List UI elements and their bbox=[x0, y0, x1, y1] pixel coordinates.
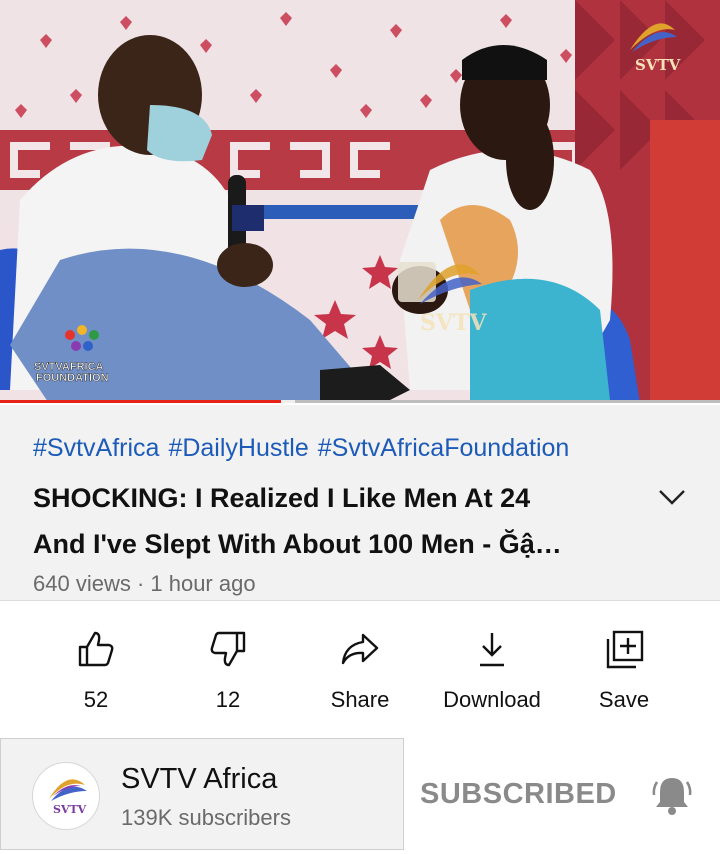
hashtag-link[interactable]: #SvtvAfrica bbox=[33, 434, 159, 462]
video-description-panel[interactable]: #SvtvAfrica #DailyHustle #SvtvAfricaFounda… bbox=[0, 405, 720, 601]
svg-text:SVTV: SVTV bbox=[53, 803, 87, 816]
progress-played bbox=[0, 400, 281, 403]
video-frame: SVTV SVTV SVTVAFRICA FOUNDATION bbox=[0, 0, 720, 403]
download-button[interactable]: Download bbox=[426, 601, 558, 738]
thumbs-up-icon bbox=[78, 631, 114, 667]
video-title-line: SHOCKING: I Realized I Like Men At 24 bbox=[33, 483, 531, 513]
svg-text:SVTV: SVTV bbox=[635, 56, 681, 74]
svtv-logo-icon: SVTV bbox=[49, 779, 87, 816]
like-button[interactable]: 52 bbox=[30, 601, 162, 738]
view-count-and-date: 640 views · 1 hour ago bbox=[33, 571, 256, 596]
hashtag-row: #SvtvAfrica #DailyHustle #SvtvAfricaFounda… bbox=[33, 434, 578, 463]
share-label: Share bbox=[330, 687, 390, 712]
svg-text:SVTV: SVTV bbox=[420, 310, 487, 336]
video-player[interactable]: SVTV SVTV SVTVAFRICA FOUNDATION bbox=[0, 0, 720, 403]
channel-avatar[interactable]: SVTV bbox=[32, 762, 100, 830]
save-button[interactable]: Save bbox=[558, 601, 690, 738]
progress-buffer bbox=[280, 400, 296, 403]
video-title[interactable]: SHOCKING: I Realized I Like Men At 24 An… bbox=[33, 475, 633, 567]
channel-info[interactable]: SVTV SVTV Africa 139K subscribers bbox=[0, 738, 404, 850]
video-title-line: And I've Slept With About 100 Men - Ğậ… bbox=[33, 529, 562, 559]
chevron-down-icon[interactable] bbox=[654, 479, 690, 515]
svg-text:FOUNDATION: FOUNDATION bbox=[36, 372, 109, 384]
notification-bell-icon[interactable] bbox=[650, 772, 694, 816]
action-bar: 52 12 Share Download Save bbox=[0, 601, 720, 738]
subscribed-button[interactable]: SUBSCRIBED bbox=[420, 778, 617, 811]
save-to-playlist-icon bbox=[606, 630, 644, 669]
dislike-count: 12 bbox=[215, 687, 241, 712]
dislike-button[interactable]: 12 bbox=[162, 601, 294, 738]
channel-row: SVTV SVTV Africa 139K subscribers SUBSCR… bbox=[0, 738, 720, 854]
subscriber-count: 139K subscribers bbox=[121, 805, 291, 830]
thumbs-down-icon bbox=[210, 631, 246, 667]
download-icon bbox=[480, 633, 504, 667]
hashtag-link[interactable]: #SvtvAfricaFoundation bbox=[318, 434, 570, 462]
share-icon bbox=[341, 633, 379, 665]
like-count: 52 bbox=[83, 687, 109, 712]
save-label: Save bbox=[598, 687, 650, 712]
progress-bar[interactable] bbox=[0, 400, 720, 403]
share-button[interactable]: Share bbox=[294, 601, 426, 738]
download-label: Download bbox=[443, 687, 541, 712]
hashtag-link[interactable]: #DailyHustle bbox=[168, 434, 308, 462]
channel-name[interactable]: SVTV Africa bbox=[121, 763, 277, 796]
